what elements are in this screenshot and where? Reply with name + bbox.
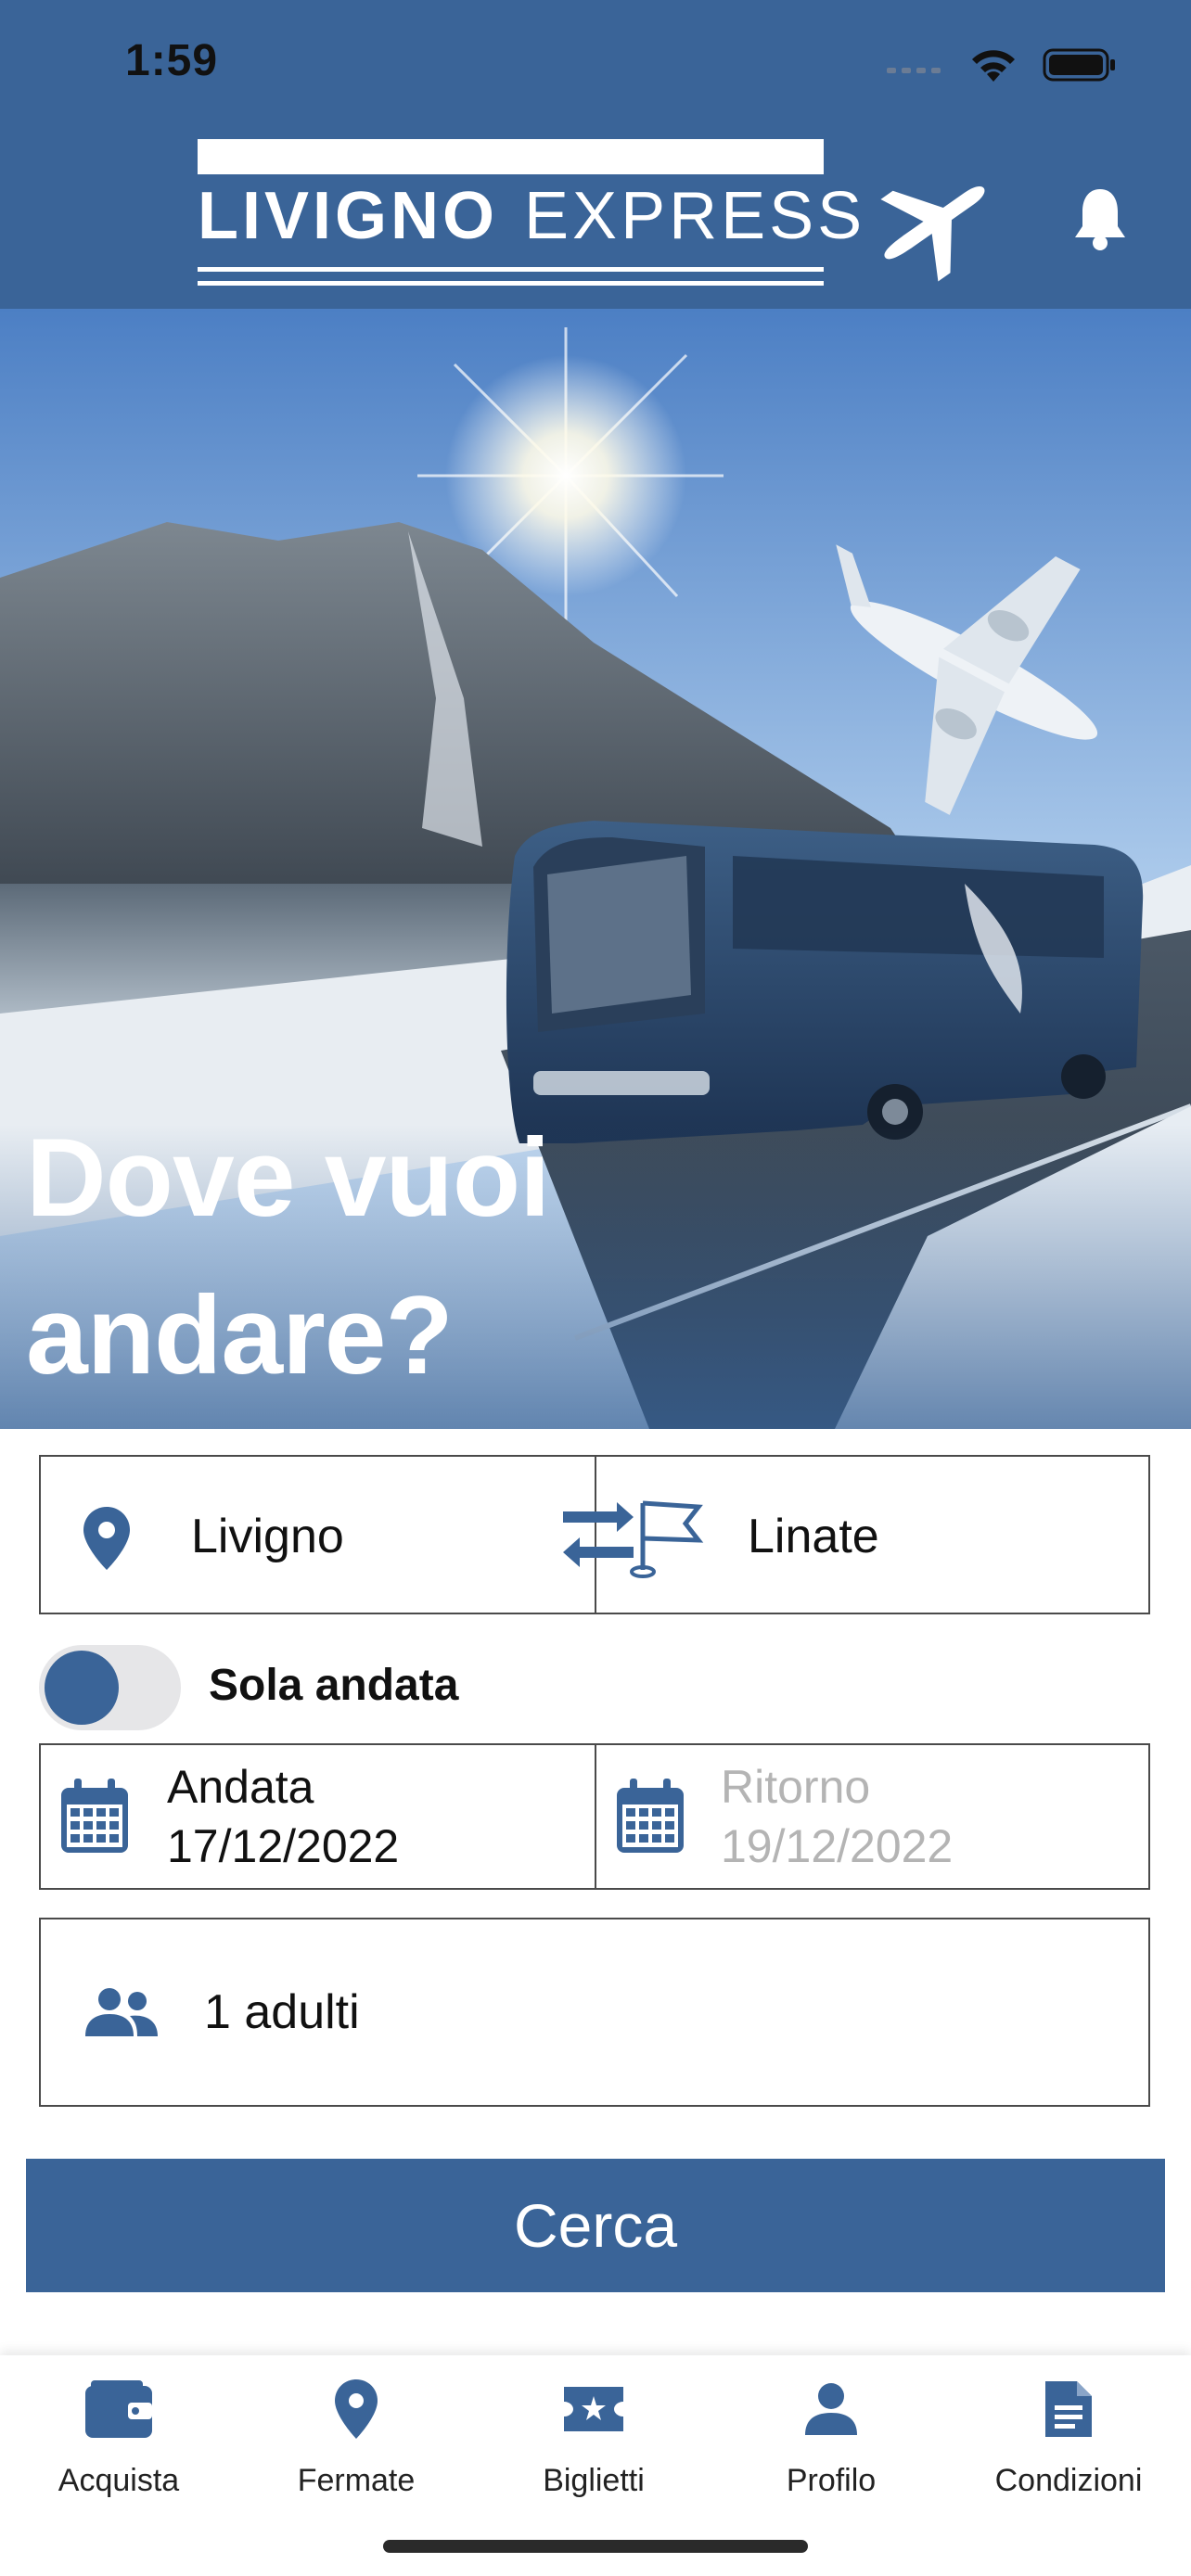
airplane-icon[interactable] [867, 167, 997, 283]
person-icon [805, 2383, 857, 2435]
origin-field[interactable]: Livigno [39, 1455, 595, 1614]
notifications-bell-icon[interactable] [1071, 185, 1129, 252]
one-way-label: Sola andata [209, 1661, 459, 1710]
hero-title: Dove vuoi andare? [26, 1099, 861, 1414]
logo-top-bar [198, 139, 824, 174]
one-way-toggle-knob [45, 1651, 119, 1725]
return-value: 19/12/2022 [721, 1820, 954, 1872]
tab-label-fermate: Fermate [297, 2463, 416, 2498]
tab-biglietti[interactable]: Biglietti [475, 2374, 712, 2499]
logo-text-bold: LIVIGNO [198, 179, 499, 253]
calendar-icon [61, 1779, 128, 1853]
finish-flag-icon [630, 1500, 704, 1578]
tab-label-biglietti: Biglietti [543, 2463, 645, 2498]
departure-date-field[interactable]: Andata 17/12/2022 [39, 1743, 595, 1890]
destination-field[interactable]: Linate [596, 1455, 1150, 1614]
cellular-signal-icon [887, 68, 941, 73]
logo-line-2 [198, 281, 824, 286]
return-label: Ritorno [721, 1761, 871, 1813]
tab-label-condizioni: Condizioni [994, 2463, 1143, 2498]
document-icon [1045, 2381, 1092, 2437]
battery-icon [1043, 48, 1115, 82]
tab-condizioni[interactable]: Condizioni [950, 2374, 1187, 2499]
people-icon [85, 1988, 158, 2036]
origin-value: Livigno [191, 1510, 344, 1563]
wifi-icon [972, 50, 1015, 82]
logo-text-light: EXPRESS [524, 179, 866, 253]
hero-title-line-1: Dove vuoi [26, 1116, 550, 1240]
location-pin-icon [83, 1507, 130, 1570]
hero-title-line-2: andare? [26, 1273, 454, 1397]
departure-value: 17/12/2022 [167, 1820, 400, 1872]
tab-label-profilo: Profilo [786, 2463, 877, 2498]
destination-value: Linate [748, 1510, 879, 1563]
search-button[interactable]: Cerca [26, 2159, 1165, 2292]
passengers-value: 1 adulti [204, 1985, 360, 2039]
tab-profilo[interactable]: Profilo [712, 2374, 950, 2499]
map-pin-icon [335, 2379, 378, 2439]
tab-acquista[interactable]: Acquista [0, 2374, 237, 2499]
livigno-express-logo: LIVIGNO EXPRESS [198, 139, 862, 292]
ticket-icon [564, 2387, 623, 2431]
tab-fermate[interactable]: Fermate [237, 2374, 475, 2499]
tab-label-acquista: Acquista [58, 2463, 180, 2498]
status-time: 1:59 [125, 36, 219, 85]
wallet-icon [85, 2380, 152, 2438]
logo-line-1 [198, 267, 824, 272]
status-icons [887, 46, 1117, 83]
logo-wordmark: LIVIGNO EXPRESS [198, 179, 862, 253]
home-indicator[interactable] [383, 2540, 808, 2553]
calendar-icon [617, 1779, 684, 1853]
return-date-field[interactable]: Ritorno 19/12/2022 [596, 1743, 1150, 1890]
departure-label: Andata [167, 1761, 314, 1813]
